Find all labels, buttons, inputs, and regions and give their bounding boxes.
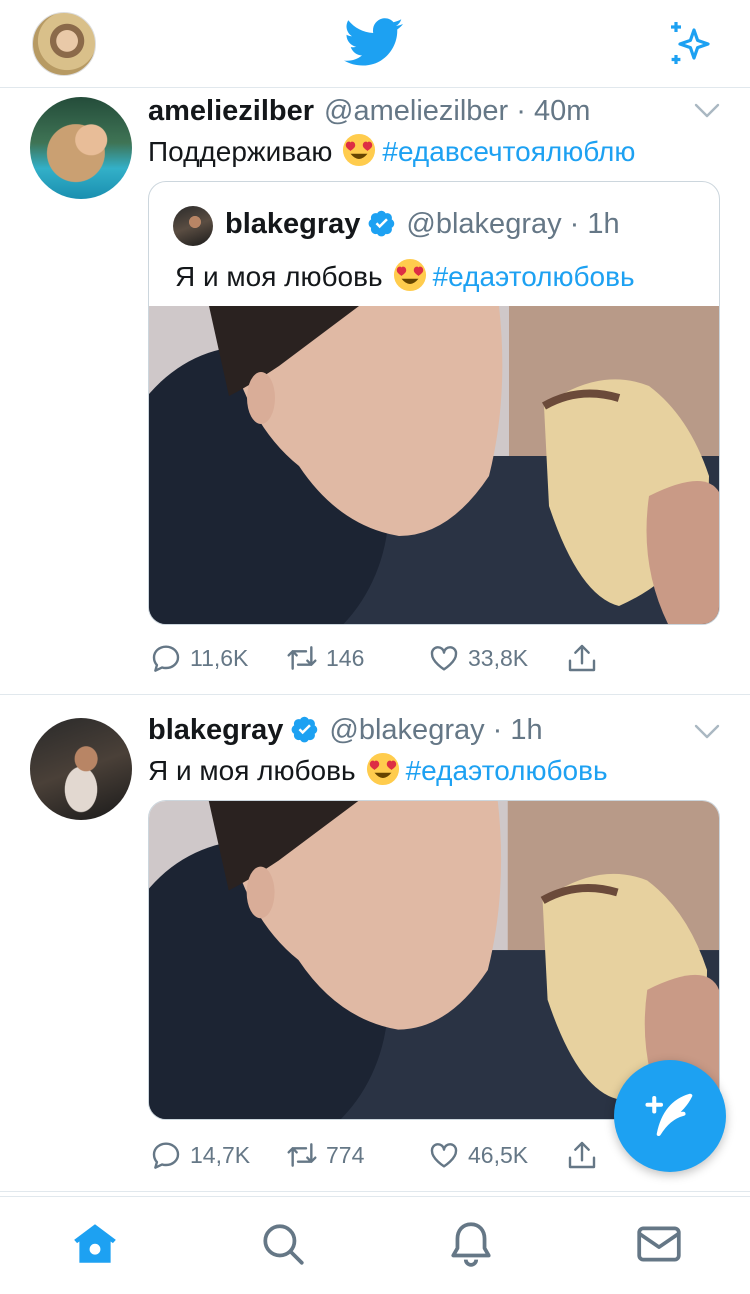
tweet-header: ameliezilber @ameliezilber · 40m xyxy=(148,95,590,128)
quoted-tweet-time: 1h xyxy=(587,208,620,240)
tweet-actions: 14,7K 774 46,5K xyxy=(150,1138,610,1172)
like-button[interactable]: 33,8K xyxy=(428,641,528,675)
tweet-time: 1h xyxy=(510,714,543,746)
separator-dot: · xyxy=(561,208,588,240)
share-button[interactable] xyxy=(566,641,598,675)
verified-badge-icon xyxy=(292,716,318,743)
sparkle-icon[interactable] xyxy=(664,18,716,70)
reply-count: 11,6K xyxy=(190,644,249,671)
bottom-tab-bar xyxy=(0,1196,750,1294)
heart-eyes-emoji-icon xyxy=(366,752,399,786)
heart-icon xyxy=(430,646,458,671)
hashtag-link[interactable]: #едаэтолюбовь xyxy=(406,755,608,786)
quoted-tweet-header: blakegray @blakegray · 1h xyxy=(225,208,620,241)
share-icon xyxy=(568,644,596,672)
tweet-text: Поддерживаю #едавсечтоялюблю xyxy=(148,133,635,168)
home-icon xyxy=(74,1224,116,1263)
quoted-tweet[interactable]: blakegray @blakegray · 1h Я и моя любовь … xyxy=(148,181,720,625)
reply-button[interactable]: 11,6K xyxy=(150,641,248,675)
author-avatar[interactable] xyxy=(30,718,132,820)
separator-dot: · xyxy=(484,714,511,746)
tab-home[interactable] xyxy=(70,1219,120,1269)
top-bar xyxy=(0,0,750,88)
author-avatar[interactable] xyxy=(30,97,132,199)
quoted-tweet-text: Я и моя любовь #едаэтолюбовь xyxy=(175,258,635,293)
author-name[interactable]: blakegray xyxy=(148,714,283,746)
tweet-time: 40m xyxy=(533,95,591,127)
quoted-author-handle: @blakegray xyxy=(406,208,562,240)
verified-badge-icon xyxy=(369,210,395,237)
tweet-photo[interactable] xyxy=(149,306,719,624)
chevron-down-icon[interactable] xyxy=(694,103,720,119)
author-name[interactable]: ameliezilber xyxy=(148,95,314,127)
reply-count: 14,7K xyxy=(190,1141,251,1168)
compose-feather-icon xyxy=(645,1093,693,1137)
retweet-count: 774 xyxy=(326,1141,365,1168)
heart-eyes-emoji-icon xyxy=(343,133,376,167)
bell-icon xyxy=(451,1222,491,1267)
profile-avatar[interactable] xyxy=(32,12,96,76)
heart-eyes-emoji-icon xyxy=(393,258,426,292)
like-button[interactable]: 46,5K xyxy=(428,1138,528,1172)
tab-notifications[interactable] xyxy=(446,1219,496,1269)
quoted-author-avatar xyxy=(173,206,213,246)
author-handle: @ameliezilber xyxy=(324,95,509,127)
like-count: 33,8K xyxy=(468,644,529,671)
compose-tweet-button[interactable] xyxy=(614,1060,726,1172)
retweet-count: 146 xyxy=(326,644,365,671)
like-count: 46,5K xyxy=(468,1141,529,1168)
search-icon xyxy=(263,1224,304,1265)
tab-search[interactable] xyxy=(258,1219,308,1269)
hashtag-link[interactable]: #едаэтолюбовь xyxy=(433,261,635,292)
separator-dot: · xyxy=(508,95,534,127)
tweet-text: Я и моя любовь #едаэтолюбовь xyxy=(148,752,608,787)
author-handle: @blakegray xyxy=(329,714,485,746)
tweet-header: blakegray @blakegray · 1h xyxy=(148,714,543,747)
tweet-text-body: Поддерживаю xyxy=(148,136,333,167)
reply-icon xyxy=(152,645,180,672)
retweet-button[interactable]: 146 xyxy=(286,641,364,675)
hashtag-link[interactable]: #едавсечтоялюблю xyxy=(382,136,635,167)
reply-icon xyxy=(152,1142,180,1169)
share-icon xyxy=(568,1141,596,1169)
chevron-down-icon[interactable] xyxy=(694,724,720,740)
tweet[interactable]: ameliezilber @ameliezilber · 40m Поддержи… xyxy=(0,89,750,695)
mail-icon xyxy=(637,1226,681,1262)
tab-messages[interactable] xyxy=(634,1219,684,1269)
twitter-bird-icon xyxy=(344,18,403,66)
reply-button[interactable]: 14,7K xyxy=(150,1138,250,1172)
retweet-button[interactable]: 774 xyxy=(286,1138,364,1172)
quoted-tweet-text-body: Я и моя любовь xyxy=(175,261,383,292)
share-button[interactable] xyxy=(566,1138,598,1172)
tweet-text-body: Я и моя любовь xyxy=(148,755,356,786)
tweet-actions: 11,6K 146 33,8K xyxy=(150,641,610,675)
quoted-author-name: blakegray xyxy=(225,208,361,240)
retweet-icon xyxy=(287,1143,317,1167)
heart-icon xyxy=(430,1143,458,1168)
retweet-icon xyxy=(287,646,317,670)
